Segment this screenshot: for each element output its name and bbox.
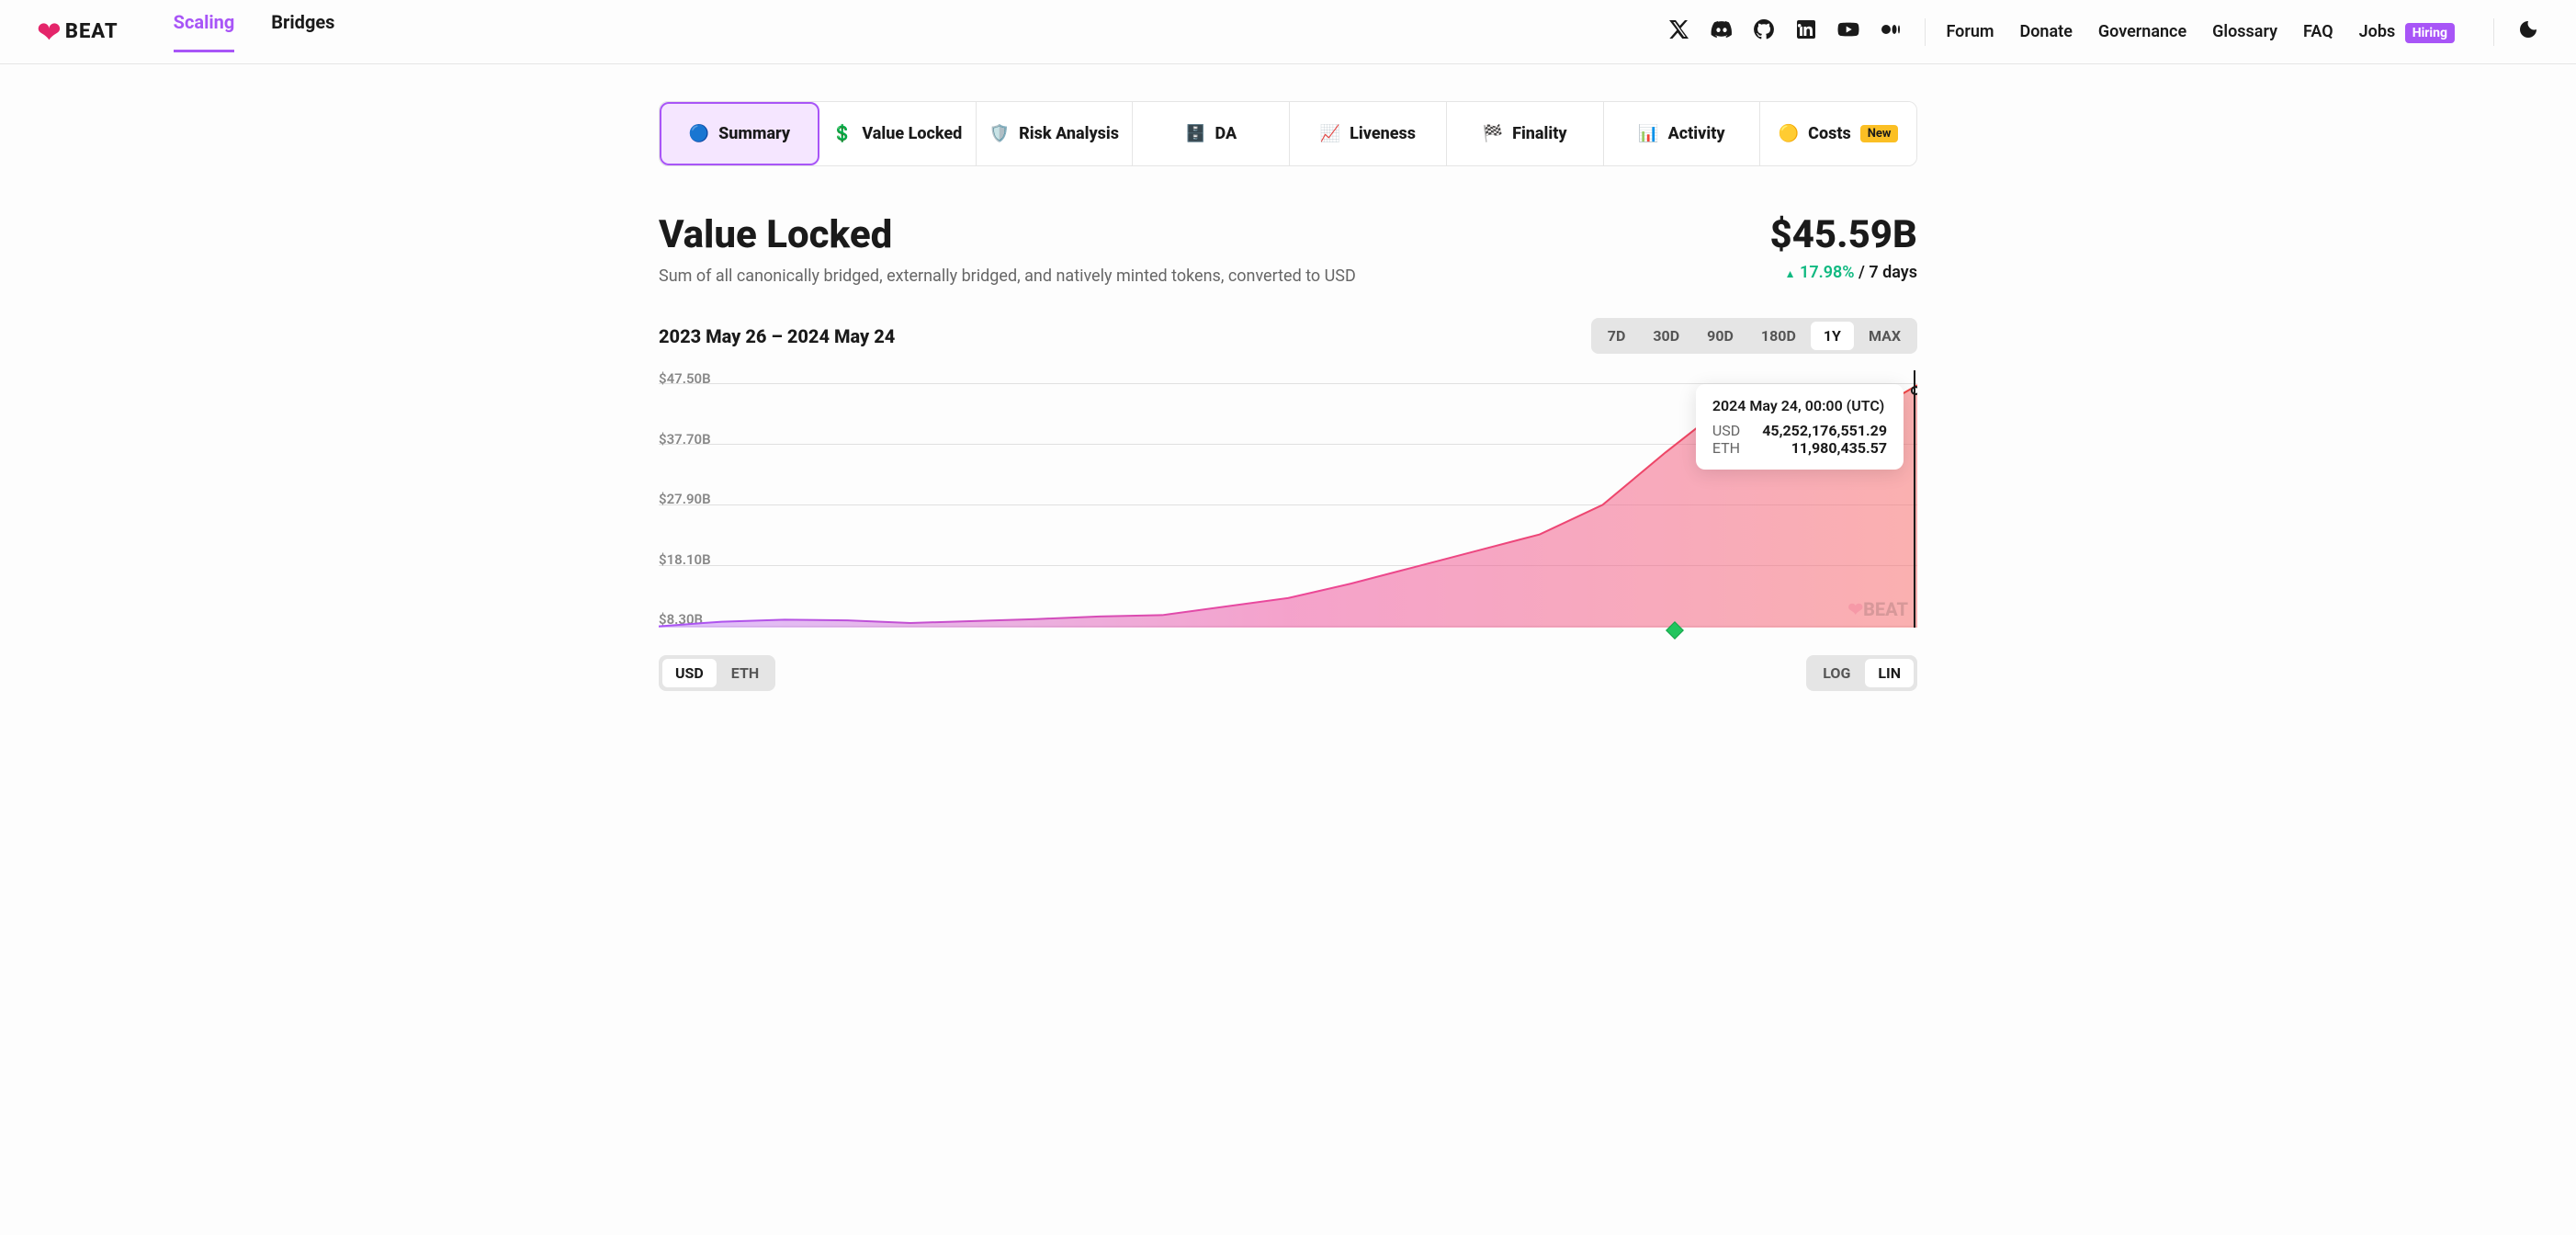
range-max[interactable]: MAX [1856,322,1914,350]
youtube-icon[interactable] [1837,18,1859,46]
chart-area[interactable]: $47.50B $37.70B $27.90B $18.10B $8.30B [659,370,1917,646]
pie-icon: 🔵 [689,124,709,143]
range-7d[interactable]: 7D [1595,322,1639,350]
link-jobs[interactable]: Jobs Hiring [2359,22,2455,41]
currency-eth[interactable]: ETH [718,659,772,687]
tab-value-locked[interactable]: 💲 Value Locked [819,102,977,165]
tab-summary-label: Summary [718,124,790,143]
link-forum[interactable]: Forum [1946,22,1994,41]
currency-usd[interactable]: USD [662,659,717,687]
github-icon[interactable] [1753,18,1775,46]
range-180d[interactable]: 180D [1748,322,1809,350]
tooltip-eth-label: ETH [1712,439,1740,457]
hover-line [1914,370,1915,628]
arrow-up-icon: ▲ [1785,267,1796,280]
watermark: ❤BEAT [1847,598,1908,620]
tab-liveness-label: Liveness [1350,124,1416,143]
currency-toggle: USD ETH [659,655,775,691]
flag-icon: 🏁 [1483,124,1503,143]
link-glossary[interactable]: Glossary [2212,22,2277,41]
tab-activity[interactable]: 📊 Activity [1604,102,1761,165]
theme-toggle[interactable] [2493,18,2539,46]
tooltip-date: 2024 May 24, 00:00 (UTC) [1712,397,1887,414]
tab-liveness[interactable]: 📈 Liveness [1290,102,1447,165]
dollar-icon: 💲 [832,124,853,143]
discord-icon[interactable] [1711,18,1733,46]
tab-da-label: DA [1215,124,1237,143]
change-row: ▲ 17.98% / 7 days [1769,263,1917,282]
range-90d[interactable]: 90D [1694,322,1746,350]
heart-icon: ❤ [37,15,62,50]
tooltip-usd-value: 45,252,176,551.29 [1762,422,1887,439]
tab-value-locked-label: Value Locked [862,124,962,143]
database-icon: 🗄️ [1185,124,1205,143]
logo-text: BEAT [65,20,119,43]
tab-finality-label: Finality [1512,124,1567,143]
new-badge: New [1860,125,1899,142]
coin-icon: 🟡 [1779,124,1799,143]
nav-scaling[interactable]: Scaling [174,11,235,52]
tooltip-eth-value: 11,980,435.57 [1791,439,1887,457]
category-tabs: 🔵 Summary 💲 Value Locked 🛡️ Risk Analysi… [659,101,1917,166]
range-1y[interactable]: 1Y [1811,322,1854,350]
tab-risk-label: Risk Analysis [1019,124,1119,143]
tab-summary[interactable]: 🔵 Summary [660,102,819,165]
pulse-icon: 📈 [1320,124,1340,143]
range-selector: 7D 30D 90D 180D 1Y MAX [1591,318,1917,354]
change-period: / 7 days [1859,263,1917,282]
hiring-badge: Hiring [2405,23,2455,43]
tab-activity-label: Activity [1668,124,1725,143]
link-donate[interactable]: Donate [2020,22,2073,41]
medium-icon[interactable] [1880,18,1902,46]
tab-risk[interactable]: 🛡️ Risk Analysis [977,102,1134,165]
linkedin-icon[interactable] [1795,18,1817,46]
chart-tooltip: 2024 May 24, 00:00 (UTC) USD 45,252,176,… [1696,384,1904,470]
shield-icon: 🛡️ [989,124,1010,143]
link-faq[interactable]: FAQ [2303,22,2333,41]
scale-lin[interactable]: LIN [1865,659,1914,687]
link-governance[interactable]: Governance [2098,22,2186,41]
page-subtitle: Sum of all canonically bridged, external… [659,266,1356,286]
tab-finality[interactable]: 🏁 Finality [1447,102,1604,165]
tab-costs-label: Costs [1808,124,1851,143]
x-icon[interactable] [1668,18,1690,46]
jobs-label: Jobs [2359,22,2396,41]
page-title: Value Locked [659,212,1356,257]
tooltip-usd-label: USD [1712,422,1740,439]
range-30d[interactable]: 30D [1640,322,1692,350]
logo[interactable]: ❤ BEAT [37,15,119,50]
scale-log[interactable]: LOG [1810,659,1863,687]
date-range: 2023 May 26 – 2024 May 24 [659,325,895,347]
tab-da[interactable]: 🗄️ DA [1133,102,1290,165]
total-value: $45.59B [1769,212,1917,257]
change-percent: 17.98% [1800,263,1855,282]
nav-bridges[interactable]: Bridges [271,11,334,52]
tab-costs[interactable]: 🟡 Costs New [1760,102,1916,165]
chart-icon: 📊 [1638,124,1658,143]
scale-toggle: LOG LIN [1806,655,1917,691]
